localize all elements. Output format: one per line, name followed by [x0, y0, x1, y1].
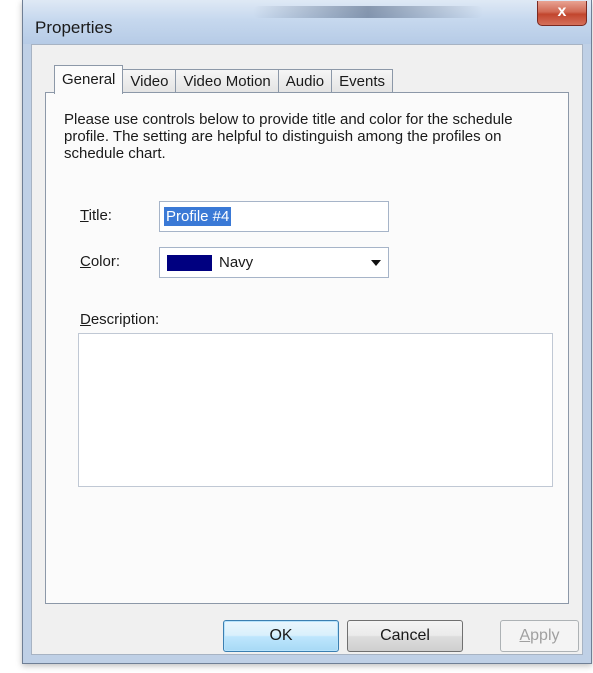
close-icon: x [557, 3, 567, 20]
title-input-value: Profile #4 [164, 207, 232, 226]
general-tab-panel: Please use controls below to provide tit… [45, 92, 569, 604]
chevron-down-icon [371, 260, 381, 266]
color-select[interactable]: Navy [159, 247, 389, 278]
tab-video-motion[interactable]: Video Motion [175, 69, 279, 94]
title-bar-glow [253, 6, 483, 18]
properties-dialog: Properties x General Video Video Motion … [22, 0, 592, 664]
tab-audio[interactable]: Audio [277, 69, 333, 94]
close-button[interactable]: x [537, 1, 587, 26]
dialog-client-area: General Video Video Motion Audio Events … [31, 44, 583, 655]
instructions-text: Please use controls below to provide tit… [64, 111, 513, 162]
apply-button-label: pply [530, 627, 560, 644]
cancel-button[interactable]: Cancel [347, 620, 463, 652]
description-label: Description: [80, 311, 160, 328]
title-label: Title: [80, 207, 112, 224]
tab-general[interactable]: General [54, 65, 124, 94]
color-label: Color: [80, 253, 121, 270]
tab-events[interactable]: Events [331, 69, 393, 94]
title-label-text: itle: [88, 207, 112, 224]
description-textarea[interactable] [78, 333, 553, 487]
apply-button[interactable]: Apply [500, 620, 579, 652]
color-label-text: olor: [90, 253, 121, 270]
color-swatch [167, 255, 212, 271]
description-label-text: escription: [90, 311, 160, 328]
title-bar[interactable]: Properties x [23, 0, 591, 44]
tab-strip: General Video Video Motion Audio Events [54, 65, 393, 94]
title-input[interactable]: Profile #4 [159, 201, 389, 232]
color-select-value: Navy [219, 254, 254, 271]
ok-button[interactable]: OK [223, 620, 339, 652]
tab-video[interactable]: Video [122, 69, 177, 94]
window-title: Properties [35, 18, 113, 37]
